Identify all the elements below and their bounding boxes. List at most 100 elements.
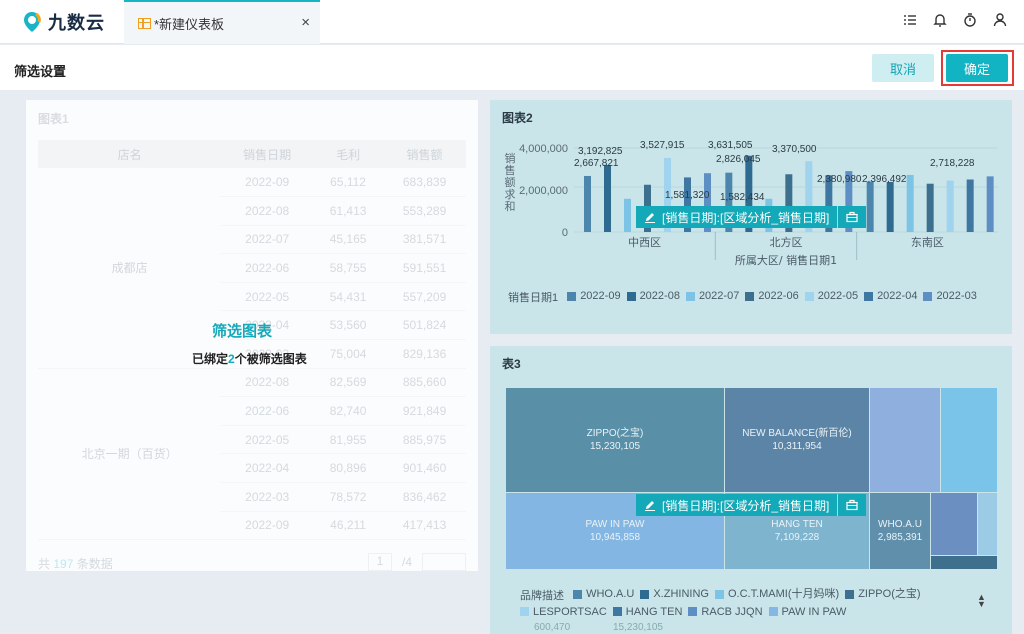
legend-label: 2022-05: [817, 290, 859, 302]
treemap-cell[interactable]: [978, 493, 997, 555]
table-cell: 836,462: [383, 482, 466, 512]
task-list-icon[interactable]: [902, 12, 918, 28]
page-input[interactable]: 1: [368, 553, 392, 571]
timer-icon[interactable]: [962, 12, 978, 28]
legend-item[interactable]: 2022-07: [685, 288, 739, 304]
app-logo[interactable]: 九数云: [22, 9, 105, 35]
legend-item[interactable]: 2022-04: [864, 288, 917, 304]
filter-binding-tag[interactable]: [销售日期]:[区域分析_销售日期]: [636, 494, 867, 516]
treemap-cell[interactable]: NEW BALANCE(新百伦) 10,311,954: [725, 388, 869, 492]
data-label: 1,582,434: [720, 192, 765, 203]
category-label: 东南区: [911, 236, 944, 249]
legend-swatch: [864, 291, 874, 301]
legend-item[interactable]: 2022-05: [804, 288, 859, 304]
store-cell: 成都店: [38, 168, 222, 369]
table-cell: 2022-08: [221, 196, 314, 226]
bar: [866, 181, 874, 232]
treemap-cell[interactable]: [931, 556, 997, 569]
table-row[interactable]: 成都店 2022-09 65,112 683,839: [38, 168, 466, 369]
bar: [604, 164, 611, 232]
table-cell: 885,975: [383, 425, 466, 455]
cell-name: WHO.A.U: [878, 519, 922, 530]
treemap-cell[interactable]: [870, 388, 940, 492]
record-count: 197: [53, 557, 74, 571]
close-tab-icon[interactable]: ×: [301, 14, 310, 31]
legend-swatch: [626, 291, 636, 301]
bar: [986, 176, 994, 232]
legend-item[interactable]: ZIPPO(之宝): [845, 586, 921, 602]
store-cell: 北京一期（百货）: [38, 368, 222, 541]
legend-item[interactable]: X.ZHINING: [640, 586, 709, 602]
cell-value: 10,945,858: [589, 532, 641, 543]
data-label: 2,667,821: [574, 158, 619, 169]
y-tick-label: 0: [562, 227, 568, 239]
confirm-button[interactable]: 确定: [946, 54, 1008, 82]
cell-name: HANG TEN: [771, 519, 823, 530]
edit-icon: [645, 213, 655, 223]
bar: [624, 198, 631, 232]
treemap-cell[interactable]: [931, 493, 977, 555]
filter-tag-label: [销售日期]:[区域分析_销售日期]: [662, 498, 830, 513]
legend-item[interactable]: 2022-06: [745, 288, 799, 304]
table-cell: 82,740: [313, 396, 384, 426]
treemap-cell[interactable]: WHO.A.U 2,985,391: [870, 493, 930, 569]
treemap-widget[interactable]: 表3 ZIPPO(之宝) 15,230,105 NEW BALANCE(新百伦)…: [490, 346, 1012, 634]
legend-item[interactable]: WHO.A.U: [573, 586, 634, 602]
filter-settings-bar: 筛选设置 取消 确定: [0, 45, 1024, 90]
table-cell: 2022-07: [221, 225, 314, 255]
data-label: 2,380,980: [817, 174, 862, 185]
legend-item[interactable]: RACB JJQN: [688, 604, 763, 620]
briefcase-icon[interactable]: [846, 211, 858, 223]
table-row[interactable]: 北京一期（百货） 2022-08 82,569 885,660: [38, 368, 466, 541]
legend-item[interactable]: LESPORTSAC: [520, 604, 607, 620]
data-label: 2,826,045: [716, 154, 761, 165]
legend-label: O.C.T.MAMI(十月妈咪): [727, 588, 840, 600]
legend-swatch: [845, 589, 855, 599]
bar: [906, 174, 914, 232]
legend-label: 2022-03: [936, 290, 977, 302]
legend-item[interactable]: HANG TEN: [612, 604, 682, 620]
legend-swatch: [745, 291, 755, 301]
legend-label: 2022-08: [639, 290, 680, 302]
legend-swatch: [612, 607, 622, 616]
legend-swatch: [685, 291, 695, 301]
legend-item[interactable]: 2022-08: [626, 288, 680, 304]
table-widget[interactable]: 图表1 店名 销售日期 毛利 销售额 成都店 2022-09 65,112 683,8…: [26, 100, 478, 571]
briefcase-icon[interactable]: [846, 499, 858, 511]
legend-item[interactable]: 2022-03: [923, 288, 977, 304]
table-pager: 共 197 条数据 1 /4: [38, 553, 466, 572]
tab-dashboard[interactable]: *新建仪表板 ×: [124, 0, 320, 44]
cell-name: NEW BALANCE(新百伦): [742, 428, 852, 439]
filter-chart-title: 筛选图表: [212, 323, 273, 340]
legend-swatch: [714, 589, 724, 599]
legend-item[interactable]: 2022-09: [567, 288, 621, 304]
legend-item[interactable]: O.C.T.MAMI(十月妈咪): [714, 586, 840, 602]
user-icon[interactable]: [992, 12, 1008, 28]
cut-value: 15,230,105: [612, 622, 663, 633]
column-header: 销售额: [383, 140, 466, 168]
logo-icon: [24, 12, 41, 32]
data-label: 3,527,915: [640, 140, 685, 151]
y-tick-label: 4,000,000: [519, 143, 568, 155]
table-cell: 2022-03: [221, 482, 314, 512]
treemap-cell[interactable]: ZIPPO(之宝) 15,230,105: [506, 388, 724, 492]
legend-label: ZIPPO(之宝): [858, 588, 921, 600]
table-cell: 553,289: [383, 196, 466, 226]
legend-swatch: [688, 607, 698, 616]
filter-binding-tag[interactable]: [销售日期]:[区域分析_销售日期]: [636, 206, 867, 228]
top-bar: 九数云 *新建仪表板 ×: [0, 0, 1024, 44]
legend-swatch: [520, 607, 529, 616]
table-cell: 54,431: [313, 282, 384, 312]
legend-scroll-icon[interactable]: ▲ ▼: [977, 593, 986, 609]
bell-icon[interactable]: [932, 12, 948, 28]
table-cell: 2022-05: [221, 282, 314, 312]
bound-charts-text: 已绑定2个被筛选图表: [192, 350, 307, 367]
bar: [966, 179, 974, 232]
table-cell: 78,572: [313, 482, 384, 512]
data-label: 2,396,492: [862, 174, 907, 185]
treemap-cell[interactable]: [941, 388, 997, 492]
cancel-button[interactable]: 取消: [872, 54, 934, 82]
page-nav-arrows[interactable]: [422, 553, 466, 571]
legend-item[interactable]: PAW IN PAW: [768, 604, 846, 620]
tag-separator: [837, 206, 839, 228]
